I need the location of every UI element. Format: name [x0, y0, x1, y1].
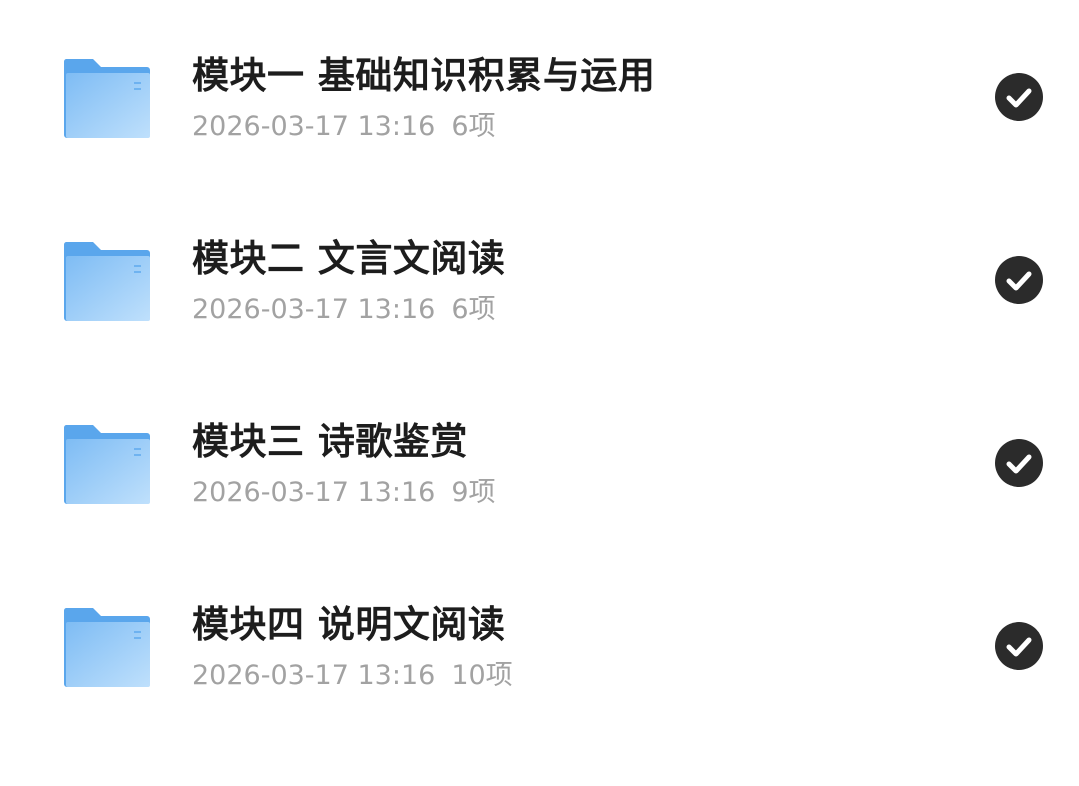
- selected-checkbox[interactable]: [995, 256, 1043, 304]
- folder-item-count: 9项: [451, 477, 496, 508]
- folder-icon: [63, 423, 151, 505]
- folder-icon: [63, 57, 151, 139]
- selected-checkbox[interactable]: [995, 73, 1043, 121]
- folder-name: 模块三 诗歌鉴赏: [192, 420, 468, 463]
- folder-item-count: 6项: [451, 111, 496, 142]
- folder-list-item[interactable]: 模块二 文言文阅读 2026-03-17 13:16 6项: [0, 188, 1079, 371]
- folder-list-item[interactable]: 模块四 说明文阅读 2026-03-17 13:16 10项: [0, 554, 1079, 737]
- folder-list-item[interactable]: 模块一 基础知识积累与运用 2026-03-17 13:16 6项: [0, 5, 1079, 188]
- folder-date: 2026-03-17 13:16: [192, 111, 436, 142]
- checkmark-icon: [1006, 637, 1032, 657]
- folder-icon: [63, 240, 151, 322]
- folder-meta: 2026-03-17 13:16 9项: [192, 475, 496, 511]
- folder-item-count: 6项: [451, 294, 496, 325]
- checkmark-icon: [1006, 271, 1032, 291]
- folder-item-count: 10项: [451, 660, 513, 691]
- folder-date: 2026-03-17 13:16: [192, 660, 436, 691]
- folder-meta: 2026-03-17 13:16 10项: [192, 658, 513, 694]
- folder-list-item[interactable]: 模块三 诗歌鉴赏 2026-03-17 13:16 9项: [0, 371, 1079, 554]
- folder-meta: 2026-03-17 13:16 6项: [192, 109, 496, 145]
- folder-name: 模块二 文言文阅读: [192, 237, 506, 280]
- folder-date: 2026-03-17 13:16: [192, 477, 436, 508]
- folder-list: 模块一 基础知识积累与运用 2026-03-17 13:16 6项 模块二 文言…: [0, 0, 1079, 786]
- folder-name: 模块一 基础知识积累与运用: [192, 54, 656, 97]
- folder-meta: 2026-03-17 13:16 6项: [192, 292, 496, 328]
- folder-name: 模块四 说明文阅读: [192, 603, 506, 646]
- folder-date: 2026-03-17 13:16: [192, 294, 436, 325]
- checkmark-icon: [1006, 454, 1032, 474]
- selected-checkbox[interactable]: [995, 439, 1043, 487]
- checkmark-icon: [1006, 88, 1032, 108]
- selected-checkbox[interactable]: [995, 622, 1043, 670]
- folder-icon: [63, 606, 151, 688]
